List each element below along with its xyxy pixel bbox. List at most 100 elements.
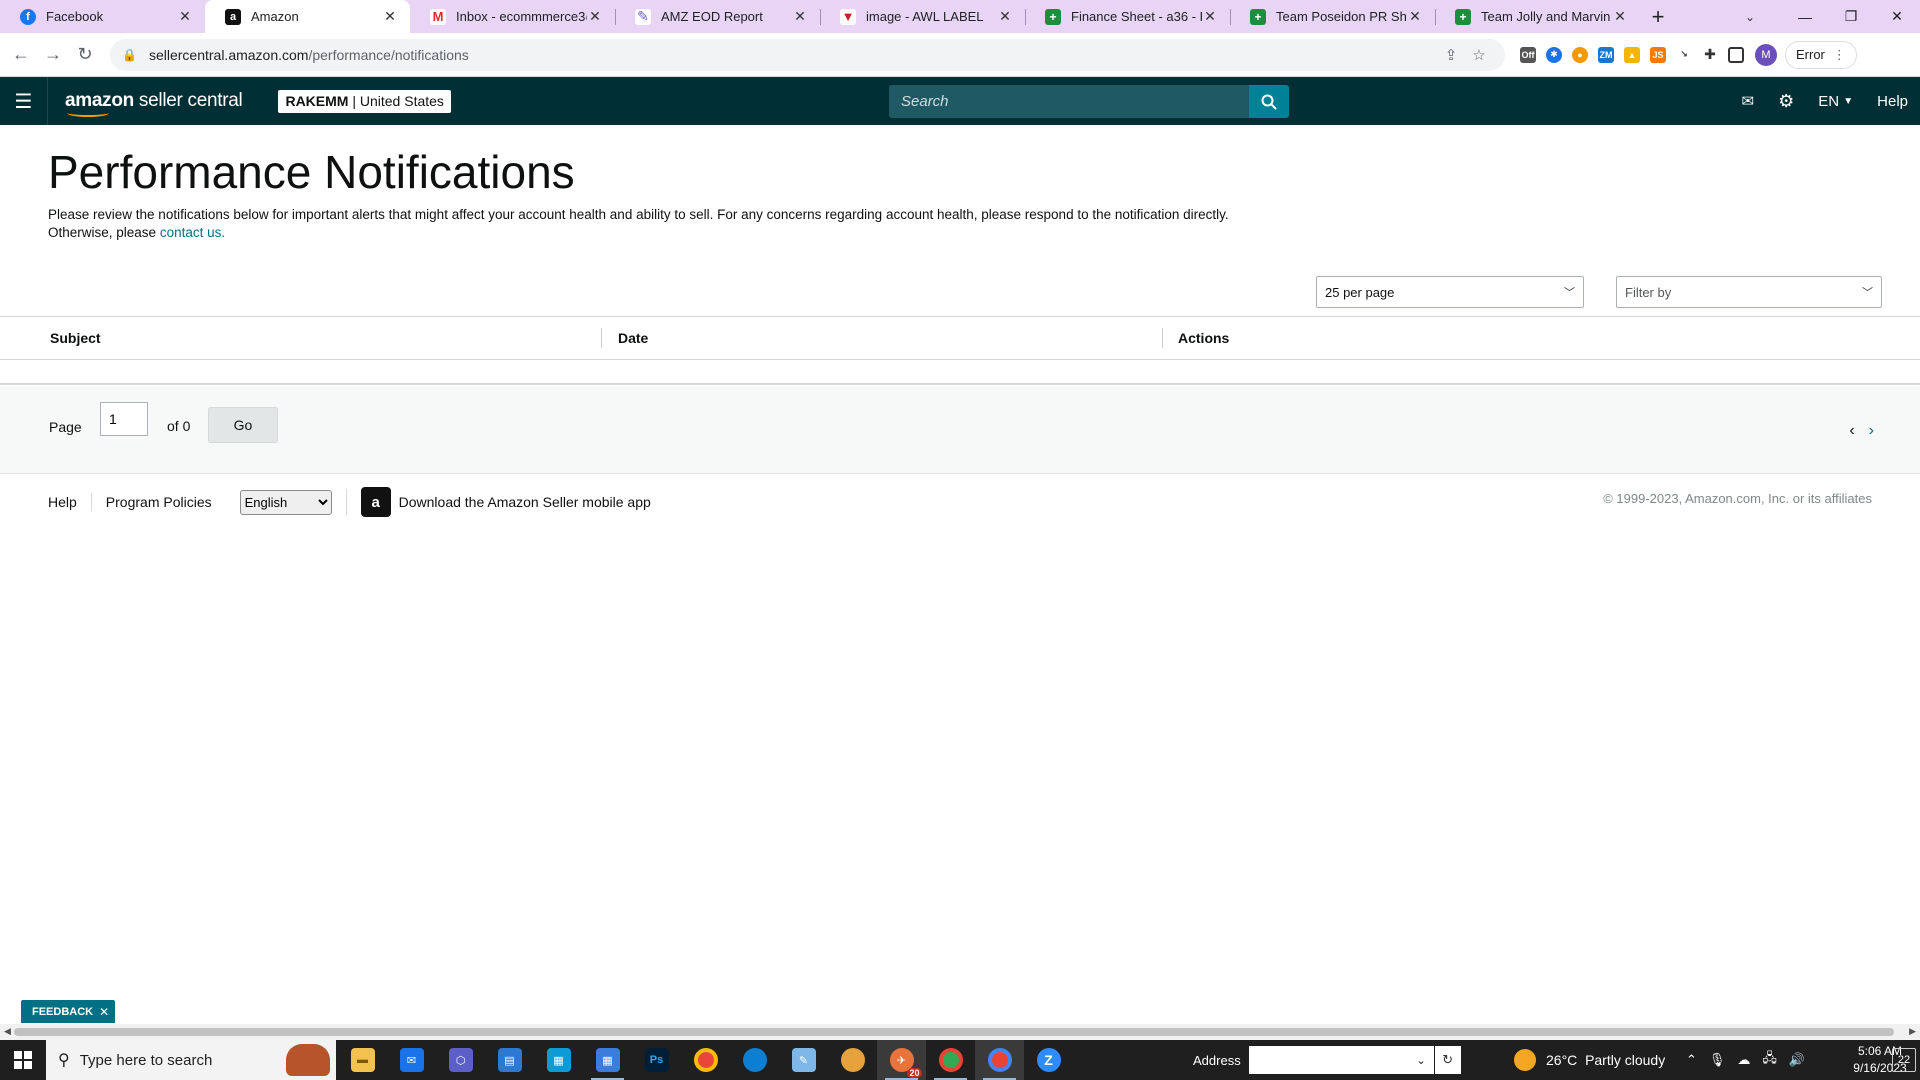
search-button[interactable]	[1249, 85, 1289, 118]
seller-central-logo[interactable]: amazon seller central	[65, 90, 243, 117]
close-icon[interactable]: ✕	[1407, 8, 1423, 25]
red-panda-illustration-icon	[286, 1044, 330, 1076]
column-date[interactable]: Date	[601, 316, 1162, 360]
bookmark-star-icon[interactable]: ☆	[1465, 46, 1493, 64]
windows-start-button[interactable]	[0, 1040, 46, 1080]
forward-arrow-icon[interactable]: →	[38, 40, 68, 70]
restore-button[interactable]: ❐	[1828, 0, 1874, 33]
copilot-icon[interactable]: ⬡	[436, 1040, 485, 1080]
column-subject[interactable]: Subject	[0, 316, 601, 360]
per-page-select[interactable]: 25 per page ﹀	[1316, 276, 1584, 308]
refresh-icon[interactable]: ↻	[1434, 1046, 1461, 1074]
reload-icon[interactable]: ↻	[70, 40, 100, 70]
download-app-link[interactable]: Download the Amazon Seller mobile app	[399, 494, 651, 510]
extension-arrow-icon[interactable]: ↘	[1671, 42, 1697, 68]
extension-orange-icon[interactable]: ●	[1567, 42, 1593, 68]
scrollbar-thumb[interactable]	[14, 1028, 1894, 1036]
previous-page-icon[interactable]: ‹	[1849, 422, 1854, 440]
mail-app-icon[interactable]: ✉	[387, 1040, 436, 1080]
extension-yellow-icon[interactable]: ▲	[1619, 42, 1645, 68]
telegram-icon[interactable]: ✈ 20	[877, 1040, 926, 1080]
close-icon[interactable]: ✕	[1612, 8, 1628, 25]
feedback-button[interactable]: FEEDBACK ✕	[21, 1000, 116, 1023]
address-bar[interactable]: 🔒 sellercentral.amazon.com/performance/n…	[110, 38, 1505, 71]
address-input[interactable]: ⌄	[1248, 1046, 1434, 1074]
news-app-icon[interactable]: ▦	[534, 1040, 583, 1080]
chrome-active-icon[interactable]	[975, 1040, 1024, 1080]
photoshop-icon[interactable]: Ps	[632, 1040, 681, 1080]
page-number-input[interactable]	[100, 402, 148, 436]
tab-title: Team Jolly and Marvin - Go	[1481, 9, 1612, 24]
microphone-icon[interactable]: 🎙	[1709, 1052, 1726, 1068]
tab-team-jolly[interactable]: + Team Jolly and Marvin - Go ✕	[1435, 0, 1640, 33]
error-button[interactable]: Error ⋮	[1785, 40, 1857, 69]
tab-gmail[interactable]: M Inbox - ecommmerce3@g ✕	[410, 0, 615, 33]
file-explorer-icon[interactable]: ▬	[338, 1040, 387, 1080]
close-icon[interactable]: ✕	[997, 8, 1013, 25]
amazon-app-icon[interactable]: a	[360, 487, 391, 517]
help-link[interactable]: Help	[1865, 93, 1920, 110]
new-tab-button[interactable]: +	[1640, 0, 1676, 33]
store-switcher[interactable]: RAKEMM | United States	[278, 89, 451, 113]
tab-finance-sheet[interactable]: + Finance Sheet - a36 - Riley ✕	[1025, 0, 1230, 33]
extension-off-icon[interactable]: Off	[1515, 42, 1541, 68]
scroll-left-icon[interactable]: ◀	[4, 1026, 11, 1037]
extension-blue-icon[interactable]: ✱	[1541, 42, 1567, 68]
column-separator	[1162, 328, 1163, 348]
close-icon[interactable]: ✕	[177, 8, 193, 25]
back-arrow-icon[interactable]: ←	[6, 40, 36, 70]
filter-by-select[interactable]: Filter by ﹀	[1616, 276, 1882, 308]
speaker-icon[interactable]: 🔊	[1789, 1052, 1805, 1068]
notification-center-button[interactable]: 22	[1892, 1048, 1916, 1072]
scroll-right-icon[interactable]: ▶	[1909, 1026, 1916, 1037]
next-page-icon[interactable]: ›	[1869, 422, 1874, 440]
tab-amazon[interactable]: a Amazon ✕	[205, 0, 410, 33]
tab-awl-label[interactable]: ▼ image - AWL LABEL ✕	[820, 0, 1025, 33]
fruit-app-icon[interactable]	[828, 1040, 877, 1080]
chrome-icon[interactable]	[681, 1040, 730, 1080]
search-input[interactable]	[889, 85, 1249, 118]
extension-js-icon[interactable]: JS	[1645, 42, 1671, 68]
contact-us-link[interactable]: contact us.	[160, 225, 225, 240]
tab-title: Facebook	[46, 9, 104, 24]
sidepanel-icon[interactable]	[1723, 42, 1749, 68]
extension-zm-icon[interactable]: ZM	[1593, 42, 1619, 68]
program-policies-link[interactable]: Program Policies	[92, 493, 226, 511]
edge-icon[interactable]	[730, 1040, 779, 1080]
go-button[interactable]: Go	[208, 407, 278, 443]
mail-icon[interactable]: ✉	[1730, 92, 1767, 110]
taskbar-search[interactable]: ⚲ Type here to search	[46, 1040, 336, 1080]
close-icon[interactable]: ✕	[1202, 8, 1218, 25]
close-window-button[interactable]: ✕	[1874, 0, 1920, 33]
tab-search-chevron-icon[interactable]: ⌄	[1730, 0, 1770, 33]
horizontal-scrollbar[interactable]: ◀ ▶	[0, 1024, 1920, 1040]
language-selector[interactable]: EN ▼	[1806, 93, 1865, 110]
tab-facebook[interactable]: f Facebook ✕	[0, 0, 205, 33]
notepad-icon[interactable]: ✎	[779, 1040, 828, 1080]
close-icon[interactable]: ✕	[382, 8, 398, 25]
column-actions[interactable]: Actions	[1162, 316, 1229, 360]
close-icon[interactable]: ✕	[587, 8, 603, 25]
footer-help-link[interactable]: Help	[0, 493, 92, 511]
minimize-button[interactable]: —	[1782, 0, 1828, 33]
onedrive-cloud-icon[interactable]: ☁	[1737, 1052, 1750, 1068]
profile-avatar[interactable]: M	[1755, 43, 1777, 66]
share-icon[interactable]: ⇪	[1437, 46, 1465, 64]
close-icon[interactable]: ✕	[99, 1005, 109, 1019]
weather-widget[interactable]: 26°C Partly cloudy	[1514, 1040, 1665, 1080]
chrome-profile-icon[interactable]	[926, 1040, 975, 1080]
tab-amz-eod-report[interactable]: ✎ AMZ EOD Report ✕	[615, 0, 820, 33]
hamburger-menu-icon[interactable]: ☰	[0, 77, 48, 125]
gear-icon[interactable]: ⚙	[1766, 91, 1806, 112]
calculator-icon[interactable]: ▦	[583, 1040, 632, 1080]
network-icon[interactable]: 🖧	[1762, 1049, 1777, 1071]
footer-language-select[interactable]: English	[239, 489, 332, 515]
gmail-icon: M	[430, 8, 446, 25]
close-icon[interactable]: ✕	[792, 8, 808, 25]
tab-team-poseidon[interactable]: + Team Poseidon PR Sheet - ✕	[1230, 0, 1435, 33]
extensions-puzzle-icon[interactable]: ✚	[1697, 42, 1723, 68]
tray-chevron-up-icon[interactable]: ⌃	[1686, 1052, 1697, 1068]
zoom-icon[interactable]: Z	[1024, 1040, 1073, 1080]
taskbar-address-toolbar: Address ⌄ ↻	[1193, 1040, 1461, 1080]
store-icon[interactable]: ▤	[485, 1040, 534, 1080]
